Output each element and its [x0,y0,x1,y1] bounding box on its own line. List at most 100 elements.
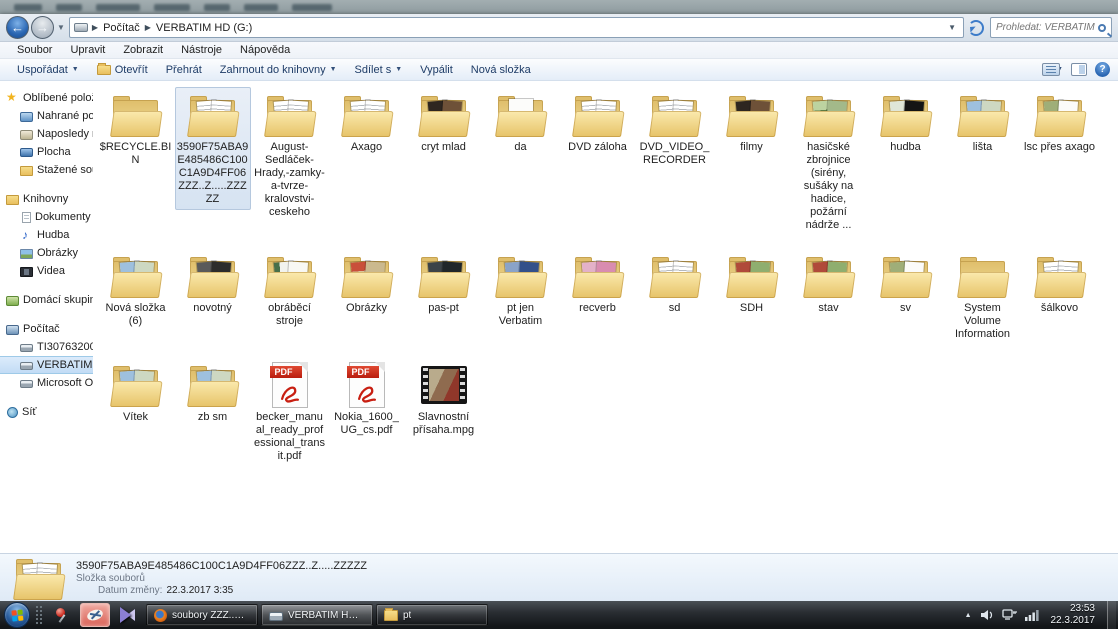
signal-bars-icon[interactable] [1025,609,1039,621]
file-item[interactable]: PDF pt jen Verbatim [483,248,559,332]
file-item[interactable]: PDF novotný [175,248,251,319]
taskbar-window-button[interactable]: pt [376,604,488,626]
toolbar-button[interactable]: Vypálit ▼ [411,59,462,80]
file-item[interactable]: PDF lsc přes axago [1022,87,1098,158]
sidebar-item[interactable]: Nahrané pořady [0,107,93,125]
search-icon[interactable] [1098,24,1106,32]
file-item[interactable]: PDF hudba [868,87,944,158]
preview-pane-button[interactable] [1071,63,1087,76]
pdf-icon: PDF [272,362,308,408]
file-item[interactable]: PDF 3590F75ABA9E485486C100C1A9D4FF06ZZZ.… [175,87,251,210]
sidebar-item[interactable]: Síť [0,403,93,421]
file-label: Nová složka (6) [100,302,172,328]
file-label: Slavnostní přísaha.mpg [408,411,480,437]
sidebar-item[interactable]: Videa [0,262,93,280]
file-item[interactable]: PDF cryt mlad [406,87,482,158]
file-label: hasičské zbrojnice (sirény, sušáky na ha… [793,141,865,232]
file-item[interactable]: PDF recverb [560,248,636,319]
change-view-button[interactable]: ▼ [1042,63,1063,76]
snapshot-app-button[interactable] [80,603,110,627]
file-item[interactable]: PDF obráběcí stroje [252,248,328,332]
kmplayer-button[interactable] [112,603,142,627]
speaker-icon[interactable] [980,609,994,621]
network-plug-icon[interactable] [1002,609,1017,621]
toolbar-button[interactable]: Nová složka ▼ [462,59,540,80]
help-button[interactable]: ? [1095,62,1110,77]
file-item[interactable]: PDF filmy [714,87,790,158]
start-button[interactable] [4,602,30,628]
sidebar-item[interactable]: Dokumenty [0,208,93,226]
sidebar-item[interactable]: Počítač [0,320,93,338]
address-dropdown-icon[interactable]: ▼ [945,23,959,32]
chevron-down-icon: ▼ [330,66,337,73]
menu-item[interactable]: Nástroje [172,44,231,56]
sidebar-item-label: Obrázky [37,247,78,259]
file-item[interactable]: PDF Nová složka (6) [98,248,174,332]
tray-expand-icon[interactable]: ▲ [965,612,972,619]
sidebar-item[interactable]: Naposledy navš [0,125,93,143]
file-item[interactable]: PDF pas-pt [406,248,482,319]
file-item[interactable]: PDF hasičské zbrojnice (sirény, sušáky n… [791,87,867,236]
file-item[interactable]: PDF August-Sedláček-Hrady,-zamky-a-tvrze… [252,87,328,223]
file-item[interactable]: PDF zb sm [175,357,251,428]
forward-button[interactable]: → [31,16,54,39]
pin-app-button[interactable] [48,603,78,627]
toolbar-button[interactable]: Uspořádat ▼ [8,59,88,80]
sidebar-item[interactable]: Hudba [0,226,93,244]
file-item[interactable]: PDF Nokia_1600_UG_cs.pdf [329,357,405,441]
file-item[interactable]: PDF $RECYCLE.BIN [98,87,174,171]
taskbar-clock[interactable]: 23:53 22.3.2017 [1051,603,1096,627]
toolbar-button-label: Zahrnout do knihovny [220,64,326,76]
file-item[interactable]: PDF sv [868,248,944,319]
taskbar-window-button[interactable]: VERBATIM HD (G:) [261,604,373,626]
file-item[interactable]: PDF System Volume Information [945,248,1021,345]
sidebar-item[interactable]: Plocha [0,143,93,161]
toolbar-button[interactable]: Zahrnout do knihovny ▼ [211,59,346,80]
toolbar-button[interactable]: Sdílet s ▼ [346,59,412,80]
sidebar-item[interactable]: Domácí skupina [0,291,93,309]
sidebar-item[interactable]: VERBATIM HD ( [0,356,93,374]
file-item[interactable]: PDF Vítek [98,357,174,428]
menu-item[interactable]: Nápověda [231,44,299,56]
back-button[interactable]: ← [6,16,29,39]
file-label: DVD_VIDEO_RECORDER [639,141,711,167]
toolbar-button[interactable]: Otevřít ▼ [88,59,157,80]
sidebar-item[interactable]: TI30763200B (C [0,338,93,356]
chevron-down-icon: ▼ [72,66,79,73]
taskbar-window-button[interactable]: soubory ZZZ..Z......... [146,604,258,626]
toolbar-button[interactable]: Přehrát ▼ [157,59,211,80]
address-bar[interactable]: ▶ Počítač ▶ VERBATIM HD (G:) ▼ [69,17,964,38]
sidebar-item[interactable]: Obrázky [0,244,93,262]
refresh-icon[interactable] [968,20,984,36]
sidebar-item[interactable]: Oblíbené položky [0,89,93,107]
file-label: Nokia_1600_UG_cs.pdf [331,411,403,437]
recent-pages-dropdown-icon[interactable]: ▼ [57,23,65,32]
file-item[interactable]: PDF DVD_VIDEO_RECORDER [637,87,713,171]
sidebar-item[interactable]: Microsoft Offic [0,374,93,392]
file-item[interactable]: PDF DVD záloha [560,87,636,158]
file-item[interactable]: PDF Axago [329,87,405,158]
file-item[interactable]: PDF sd [637,248,713,319]
sidebar-item[interactable]: Knihovny [0,190,93,208]
file-item[interactable]: PDF Obrázky [329,248,405,319]
menu-item[interactable]: Upravit [61,44,114,56]
file-item[interactable]: PDF stav [791,248,867,319]
file-item[interactable]: PDF lišta [945,87,1021,158]
show-desktop-button[interactable] [1107,601,1116,629]
breadcrumb-drive[interactable]: VERBATIM HD (G:) [153,22,255,34]
search-input[interactable] [994,21,1098,34]
taskbar-grip[interactable] [35,605,44,625]
sidebar-item[interactable]: Stažené soubor [0,161,93,179]
address-bar-row: ← → ▼ ▶ Počítač ▶ VERBATIM HD (G:) ▼ [0,14,1118,42]
file-icon: PDF [877,91,935,139]
taskbar-button-icon [154,609,167,622]
file-item[interactable]: PDF šálkovo [1022,248,1098,319]
menu-item[interactable]: Zobrazit [114,44,172,56]
file-item[interactable]: PDF Slavnostní přísaha.mpg [406,357,482,441]
file-icon: PDF [723,91,781,139]
breadcrumb-computer[interactable]: Počítač [100,22,143,34]
menu-item[interactable]: Soubor [8,44,61,56]
file-item[interactable]: PDF da [483,87,559,158]
file-item[interactable]: PDF becker_manual_ready_professional_tra… [252,357,328,467]
file-item[interactable]: PDF SDH [714,248,790,319]
